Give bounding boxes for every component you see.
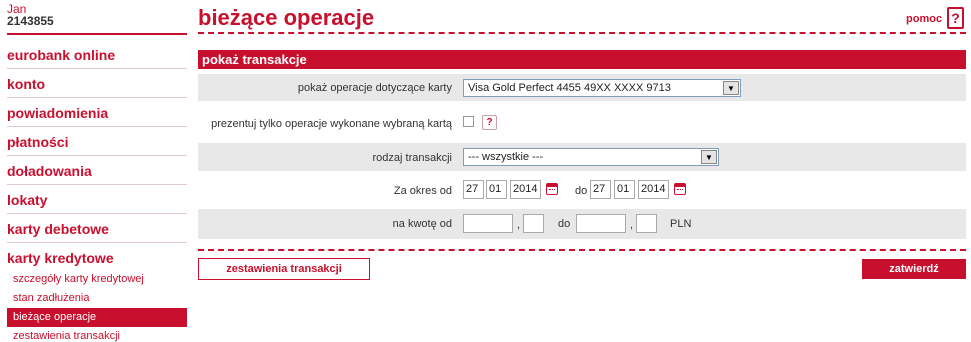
date-from-day-input[interactable]: 27 — [463, 180, 484, 199]
form-divider — [198, 249, 966, 251]
card-label: pokaż operacje dotyczące karty — [297, 82, 452, 94]
sidebar-item-powiadomienia[interactable]: powiadomienia — [7, 98, 187, 127]
sidebar-subitem-stan-zadluzenia[interactable]: stan zadłużenia — [7, 289, 187, 308]
date-to-month-input[interactable]: 01 — [614, 180, 635, 199]
calendar-icon[interactable] — [546, 183, 558, 195]
card-row: pokaż operacje dotyczące karty Visa Gold… — [198, 74, 966, 101]
amount-to-whole-input[interactable] — [576, 214, 626, 233]
amount-label: na kwotę od — [392, 218, 452, 230]
sidebar-item-platnosci[interactable]: płatności — [7, 127, 187, 156]
page-title: bieżące operacje — [198, 5, 375, 30]
question-icon[interactable]: ? — [482, 115, 497, 130]
sidebar-item-doladowania[interactable]: doładowania — [7, 156, 187, 185]
sidebar-item-konto[interactable]: konto — [7, 69, 187, 98]
statements-button[interactable]: zestawienia transakcji — [198, 258, 370, 280]
only-selected-row: prezentuj tylko operacje wykonane wybran… — [198, 109, 966, 137]
chevron-down-icon: ▼ — [701, 150, 717, 164]
sidebar-nav: eurobank online konto powiadomienia płat… — [7, 40, 187, 342]
amount-row: na kwotę od , do , PLN — [198, 209, 966, 239]
amount-from-whole-input[interactable] — [463, 214, 513, 233]
date-to-label: do — [575, 185, 588, 197]
user-info: Jan 2143855 — [7, 3, 187, 35]
type-row: rodzaj transakcji --- wszystkie --- ▼ — [198, 143, 966, 171]
amount-from-comma: , — [517, 219, 521, 231]
only-selected-checkbox[interactable] — [463, 116, 474, 127]
sidebar-subitem-biezace-operacje[interactable]: bieżące operacje — [7, 308, 187, 327]
sidebar-subitem-szczegoly-karty[interactable]: szczegóły karty kredytowej — [7, 270, 187, 289]
section-header: pokaż transakcje — [198, 50, 966, 69]
amount-to-fraction-input[interactable] — [636, 214, 657, 233]
sidebar-item-eurobank-online[interactable]: eurobank online — [7, 40, 187, 69]
sidebar-item-lokaty[interactable]: lokaty — [7, 185, 187, 214]
help-icon[interactable]: ? — [947, 7, 964, 29]
sidebar-item-karty-kredytowe[interactable]: karty kredytowe — [7, 250, 187, 266]
help-link[interactable]: pomoc — [906, 13, 942, 25]
currency-label: PLN — [670, 218, 692, 230]
amount-to-label: do — [558, 218, 571, 230]
only-selected-label: prezentuj tylko operacje wykonane wybran… — [211, 118, 452, 130]
date-to-day-input[interactable]: 27 — [590, 180, 611, 199]
sidebar-item-karty-debetowe[interactable]: karty debetowe — [7, 214, 187, 243]
date-to-year-input[interactable]: 2014 — [638, 180, 669, 199]
card-select[interactable]: Visa Gold Perfect 4455 49XX XXXX 9713 ▼ — [463, 79, 741, 97]
type-select[interactable]: --- wszystkie --- ▼ — [463, 148, 719, 166]
sidebar-group-karty-kredytowe: karty kredytowe szczegóły karty kredytow… — [7, 243, 187, 342]
date-from-month-input[interactable]: 01 — [486, 180, 507, 199]
type-label: rodzaj transakcji — [372, 152, 452, 164]
chevron-down-icon: ▼ — [723, 81, 739, 95]
period-label: Za okres od — [393, 185, 452, 197]
sidebar-submenu: szczegóły karty kredytowej stan zadłużen… — [7, 270, 187, 342]
sidebar-subitem-zestawienia-transakcji[interactable]: zestawienia transakcji — [7, 327, 187, 342]
period-row: Za okres od 27 01 2014 do 27 01 2014 — [198, 176, 966, 206]
confirm-button[interactable]: zatwierdź — [862, 259, 966, 279]
title-divider — [198, 32, 966, 34]
user-client-id: 2143855 — [7, 14, 54, 28]
amount-from-fraction-input[interactable] — [523, 214, 544, 233]
amount-to-comma: , — [630, 219, 634, 231]
type-select-value: --- wszystkie --- — [468, 151, 544, 163]
calendar-icon[interactable] — [674, 183, 686, 195]
card-select-value: Visa Gold Perfect 4455 49XX XXXX 9713 — [468, 82, 671, 94]
date-from-year-input[interactable]: 2014 — [510, 180, 541, 199]
